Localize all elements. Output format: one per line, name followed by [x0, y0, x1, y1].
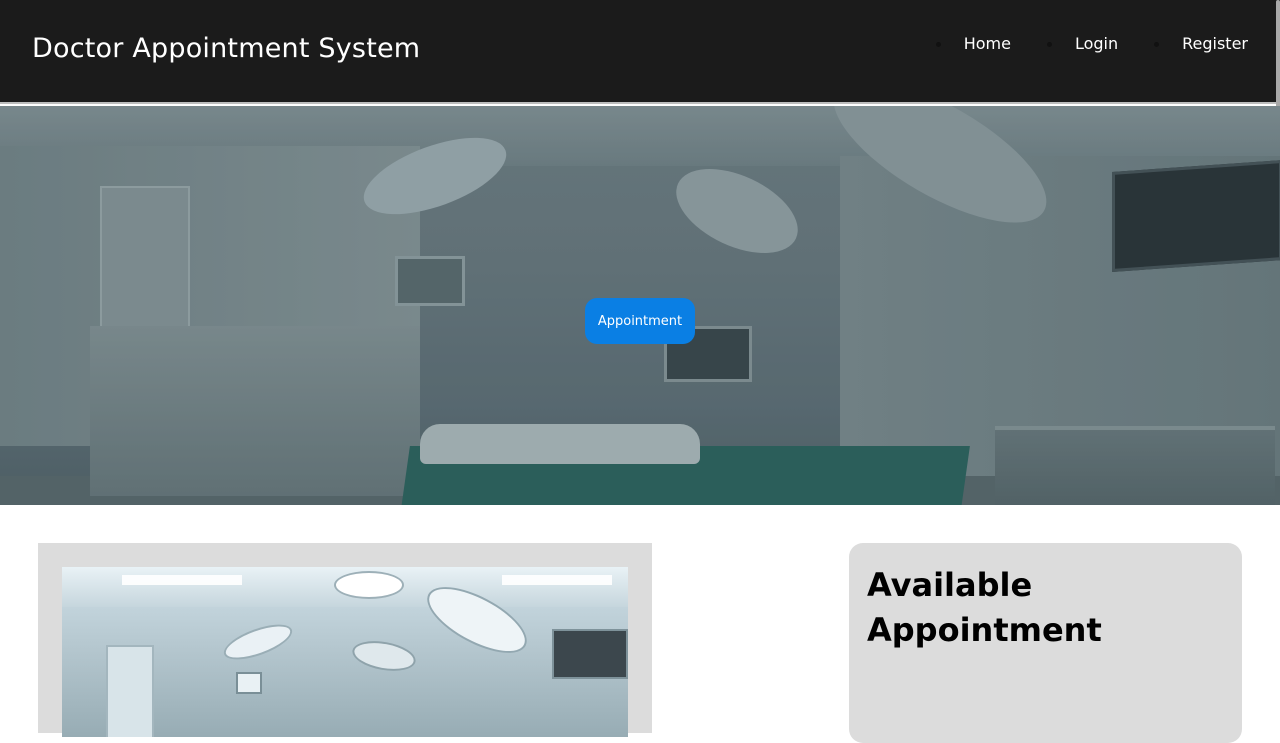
- operating-room-image-card: [38, 543, 652, 737]
- appointment-button[interactable]: Appointment: [585, 298, 695, 344]
- site-header: Doctor Appointment System Home Login Reg…: [0, 0, 1280, 104]
- bullet-icon: [1046, 42, 1052, 47]
- nav-item-login[interactable]: Login: [1046, 32, 1118, 56]
- available-appointment-card: Available Appointment: [849, 543, 1242, 743]
- operating-room-photo: [62, 567, 628, 737]
- nav-item-label[interactable]: Home: [964, 34, 1011, 53]
- bullet-icon: [1154, 42, 1160, 47]
- nav-item-home[interactable]: Home: [935, 32, 1011, 56]
- main-nav: Home Login Register: [935, 32, 1248, 56]
- bullet-icon: [935, 42, 941, 47]
- nav-item-label[interactable]: Register: [1182, 34, 1248, 53]
- nav-item-label[interactable]: Login: [1075, 34, 1118, 53]
- nav-item-register[interactable]: Register: [1154, 32, 1248, 56]
- available-appointment-heading: Available Appointment: [867, 566, 1102, 649]
- site-title: Doctor Appointment System: [32, 33, 421, 64]
- hero-banner: Appointment: [0, 106, 1280, 505]
